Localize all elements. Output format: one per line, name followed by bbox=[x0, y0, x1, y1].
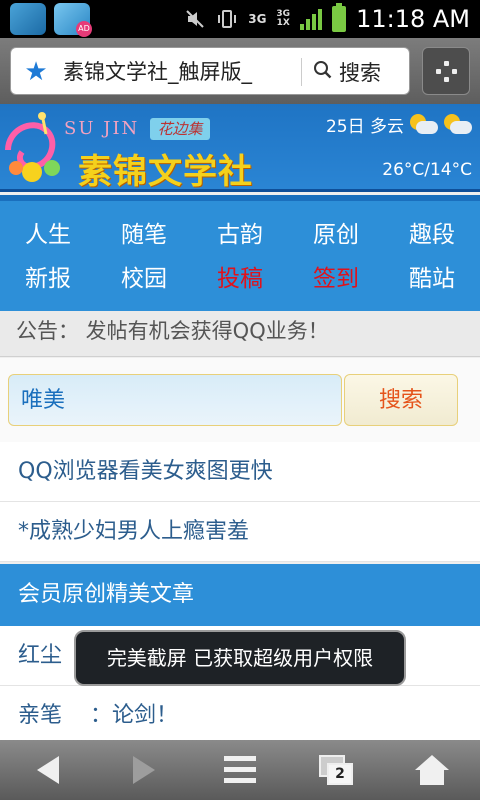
search-input[interactable]: 唯美 bbox=[8, 374, 342, 426]
battery-icon bbox=[332, 3, 347, 32]
search-icon bbox=[313, 60, 333, 85]
home-icon[interactable] bbox=[384, 740, 480, 800]
nav-item-suibi[interactable]: 随笔 bbox=[96, 213, 192, 257]
signal-icon bbox=[300, 8, 323, 30]
logo-tag: 花边集 bbox=[150, 118, 210, 140]
weather-summary: 25日 多云 bbox=[326, 112, 472, 137]
vibrate-icon bbox=[216, 8, 238, 30]
site-search: 唯美 搜索 bbox=[0, 358, 480, 442]
network-type-3g-1x: 3G 1X bbox=[276, 9, 291, 28]
nav-item-guyun[interactable]: 古韵 bbox=[192, 213, 288, 257]
browser-toolbar: ★ 素锦文学社_触屏版_ 搜索 bbox=[0, 38, 480, 104]
browser-search-button[interactable]: 搜索 bbox=[309, 48, 409, 96]
logo-title[interactable]: 素锦文学社 bbox=[78, 144, 253, 193]
gallery-app-icon bbox=[10, 3, 46, 35]
back-icon[interactable] bbox=[0, 740, 96, 800]
nav-item-xiaoyuan[interactable]: 校园 bbox=[96, 257, 192, 301]
forward-icon[interactable] bbox=[96, 740, 192, 800]
wifi-ad-app-icon: AD bbox=[54, 3, 92, 37]
menu-grid-icon[interactable] bbox=[422, 47, 470, 95]
status-bar: AD 3G 3G 1X 11:18 AM bbox=[0, 0, 480, 38]
logo-english: SU JIN bbox=[64, 118, 140, 139]
ad-badge: AD bbox=[76, 21, 92, 37]
search-button[interactable]: 搜索 bbox=[344, 374, 458, 426]
network-type-3g: 3G bbox=[248, 11, 267, 26]
nav-item-qiandao[interactable]: 签到 bbox=[288, 257, 384, 301]
list-item[interactable]: *成熟少妇男人上瘾害羞 bbox=[0, 502, 480, 562]
nav-item-xinbao[interactable]: 新报 bbox=[0, 257, 96, 301]
partly-cloudy-icon bbox=[442, 113, 472, 136]
tabs-icon[interactable]: 2 bbox=[288, 740, 384, 800]
announcement[interactable]: 公告： 发帖有机会获得QQ业务！ bbox=[0, 311, 480, 357]
url-text[interactable]: 素锦文学社_触屏版_ bbox=[63, 48, 293, 96]
address-bar[interactable]: ★ 素锦文学社_触屏版_ 搜索 bbox=[10, 47, 410, 95]
browser-search-label: 搜索 bbox=[339, 61, 381, 85]
weather-date-condition: 25日 多云 bbox=[325, 117, 404, 137]
list-item[interactable]: QQ浏览器看美女爽图更快 bbox=[0, 442, 480, 502]
mute-icon bbox=[184, 8, 206, 30]
nav-item-kuzhan[interactable]: 酷站 bbox=[384, 257, 480, 301]
clock: 11:18 AM bbox=[356, 5, 470, 33]
nav-item-yuanchuang[interactable]: 原创 bbox=[288, 213, 384, 257]
promo-links: QQ浏览器看美女爽图更快 *成熟少妇男人上瘾害羞 bbox=[0, 442, 480, 562]
browser-bottom-bar: 2 bbox=[0, 740, 480, 800]
nav-item-rensheng[interactable]: 人生 bbox=[0, 213, 96, 257]
bookmark-star-icon[interactable]: ★ bbox=[19, 58, 53, 86]
toast-message: 完美截屏 已获取超级用户权限 bbox=[74, 630, 406, 686]
nav-item-tougao[interactable]: 投稿 bbox=[192, 257, 288, 301]
section-title[interactable]: 会员原创精美文章 bbox=[0, 564, 480, 626]
tab-count: 2 bbox=[327, 763, 353, 785]
address-bar-divider bbox=[301, 58, 302, 86]
category-nav: 人生 随笔 古韵 原创 趣段 新报 校园 投稿 签到 酷站 bbox=[0, 195, 480, 311]
list-item[interactable]: 亲笔 ：论剑！ bbox=[0, 686, 480, 746]
partly-cloudy-icon bbox=[408, 113, 438, 136]
system-icons: 3G 3G 1X 11:18 AM bbox=[184, 0, 470, 38]
nav-item-quduan[interactable]: 趣段 bbox=[384, 213, 480, 257]
weather-temperature: 26°C/14°C bbox=[382, 160, 472, 180]
notification-icons: AD bbox=[10, 3, 92, 37]
site-header: SU JIN 花边集 素锦文学社 25日 多云 26°C/14°C bbox=[0, 104, 480, 192]
menu-icon[interactable] bbox=[192, 740, 288, 800]
